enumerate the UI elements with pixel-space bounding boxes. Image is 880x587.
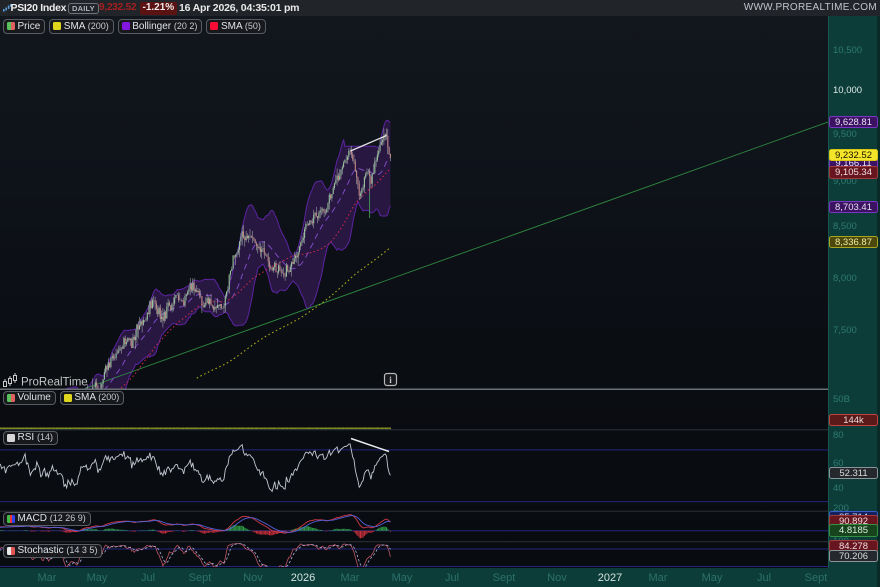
svg-text:ProRealTime: ProRealTime	[21, 377, 88, 389]
